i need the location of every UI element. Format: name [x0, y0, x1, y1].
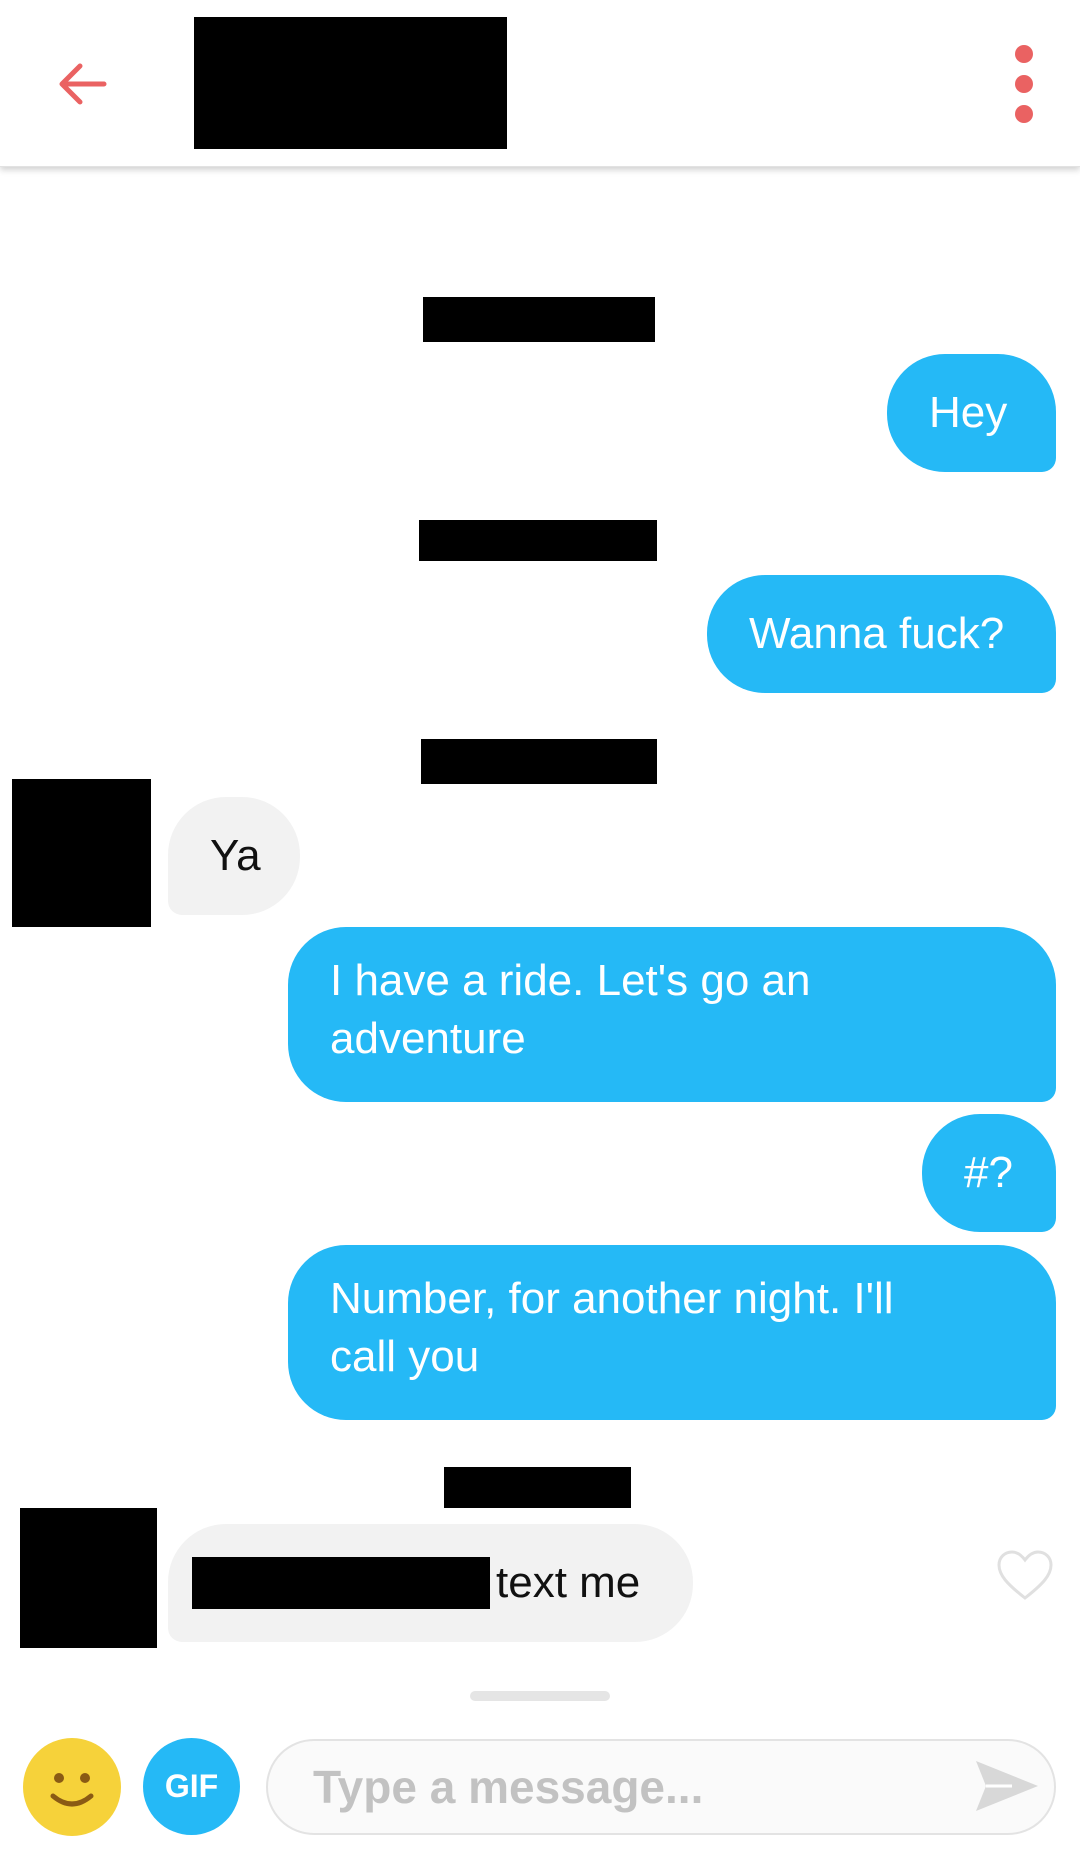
message-text: I have a ride. Let's go an adventure [330, 956, 811, 1063]
message-input[interactable] [266, 1739, 1056, 1835]
avatar-redacted[interactable] [12, 779, 151, 927]
smiley-icon [50, 1773, 94, 1807]
message-bubble-outgoing[interactable]: Wanna fuck? [707, 575, 1056, 693]
timestamp-redacted [421, 739, 657, 784]
message-bubble-outgoing[interactable]: Hey [887, 354, 1056, 472]
message-text: #? [964, 1148, 1013, 1197]
gif-label: GIF [164, 1768, 219, 1804]
drag-handle[interactable] [470, 1691, 610, 1701]
avatar-redacted[interactable] [20, 1508, 157, 1648]
heart-icon[interactable] [995, 1548, 1055, 1602]
message-text: text me [496, 1558, 641, 1607]
message-text: Wanna fuck? [749, 609, 1005, 658]
message-text-redacted [192, 1557, 490, 1609]
more-vertical-icon[interactable] [1000, 44, 1048, 124]
contact-name-redacted[interactable] [194, 17, 507, 149]
timestamp-redacted [444, 1467, 631, 1508]
timestamp-redacted [423, 297, 655, 342]
message-text: Number, for another night. I'll call you [330, 1274, 894, 1381]
message-bubble-outgoing[interactable]: Number, for another night. I'll call you [288, 1245, 1056, 1420]
arrow-left-icon[interactable] [50, 52, 114, 116]
message-text: Ya [210, 831, 261, 880]
timestamp-redacted [419, 520, 657, 561]
gif-button[interactable]: GIF [143, 1738, 240, 1835]
message-text: Hey [929, 388, 1008, 437]
message-bubble-incoming[interactable]: text me [168, 1524, 693, 1642]
emoji-button[interactable] [23, 1738, 121, 1836]
chat-header [0, 0, 1080, 167]
send-icon[interactable] [972, 1755, 1042, 1817]
message-bubble-outgoing[interactable]: #? [922, 1114, 1056, 1232]
message-bubble-outgoing[interactable]: I have a ride. Let's go an adventure [288, 927, 1056, 1102]
message-bubble-incoming[interactable]: Ya [168, 797, 300, 915]
